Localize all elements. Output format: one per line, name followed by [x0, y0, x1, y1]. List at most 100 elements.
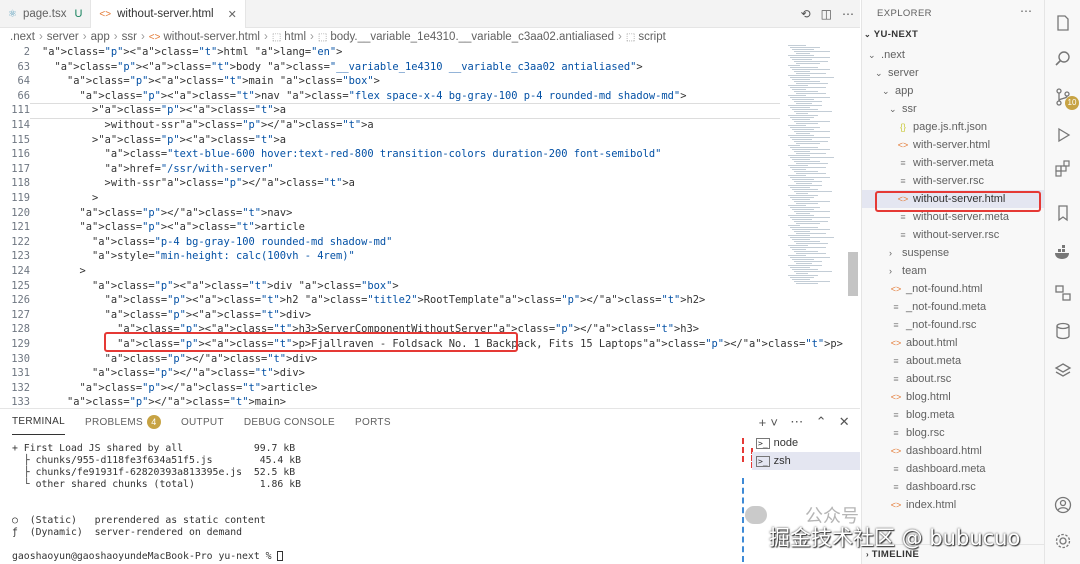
line-code: "a">style="min-height: calc(100vh - 4rem… — [92, 250, 355, 263]
account-icon[interactable] — [1054, 496, 1072, 514]
minimap-line — [788, 125, 806, 126]
run-debug-icon[interactable] — [1054, 126, 1072, 144]
file-item[interactable]: ≡ _not-found.rsc — [862, 316, 1045, 334]
extensions-icon[interactable] — [1054, 160, 1072, 178]
code-line[interactable]: 124 > — [0, 264, 784, 279]
new-terminal-icon[interactable]: + ˅ — [759, 415, 779, 430]
file-item[interactable]: ≡ about.meta — [862, 352, 1045, 370]
explorer-root[interactable]: ⌄ YU-NEXT — [864, 29, 918, 40]
code-line[interactable]: 114 >without-ssr"a">class="p"></"a">clas… — [0, 118, 784, 133]
code-line[interactable]: 131 "a">class="p"></"a">class="t">div> — [0, 366, 784, 381]
more-actions-icon[interactable]: ⋯ — [842, 7, 854, 21]
code-line[interactable]: 121 "a">class="p"><"a">class="t">article — [0, 220, 784, 235]
tree-item-label: .next — [878, 49, 905, 61]
code-line[interactable]: 130 "a">class="p"></"a">class="t">div> — [0, 352, 784, 367]
more-actions-icon[interactable]: ⋯ — [790, 414, 803, 430]
watermark-line2: 掘金技术社区 @ bubucuo — [769, 526, 1021, 550]
code-line[interactable]: 115 >"a">class="p"><"a">class="t">a — [0, 133, 784, 148]
breadcrumb-item[interactable]: server — [47, 31, 79, 43]
history-icon[interactable]: ⟲ — [801, 7, 811, 21]
tab-without-server-html[interactable]: <> without-server.html ✕ — [91, 0, 246, 28]
code-line[interactable]: 118 >with-ssr"a">class="p"></"a">class="… — [0, 176, 784, 191]
code-line[interactable]: 66 "a">class="p"><"a">class="t">nav "a">… — [0, 89, 784, 104]
database-icon[interactable] — [1054, 322, 1072, 340]
code-line[interactable]: 125 "a">class="p"><"a">class="t">div "a"… — [0, 279, 784, 294]
file-item[interactable]: ≡ blog.meta — [862, 406, 1045, 424]
file-item[interactable]: <> about.html — [862, 334, 1045, 352]
code-line[interactable]: 63 "a">class="p"><"a">class="t">body "a"… — [0, 60, 784, 75]
minimap-line — [794, 231, 810, 232]
close-panel-icon[interactable]: ✕ — [839, 414, 850, 430]
minimap-line — [794, 51, 830, 52]
close-icon[interactable]: ✕ — [228, 8, 237, 21]
folder-item[interactable]: ⌄ app — [862, 82, 1045, 100]
docker-icon[interactable] — [1054, 244, 1072, 262]
file-item[interactable]: ≡ _not-found.meta — [862, 298, 1045, 316]
breadcrumb-item[interactable]: body.__variable_1e4310.__variable_c3aa02… — [330, 31, 614, 43]
breadcrumb-item[interactable]: .next — [10, 31, 35, 43]
layers-icon[interactable] — [1054, 362, 1072, 380]
minimap-line — [792, 149, 830, 150]
remote-explorer-icon[interactable] — [1054, 284, 1072, 302]
minimap-line — [796, 73, 826, 74]
folder-item[interactable]: › team — [862, 262, 1045, 280]
line-code: "a">class="text-blue-600 hover:text-red-… — [104, 148, 662, 161]
file-item[interactable]: ≡ dashboard.rsc — [862, 478, 1045, 496]
code-line[interactable]: 64 "a">class="p"><"a">class="t">main "a"… — [0, 74, 784, 89]
folder-item[interactable]: ⌄ .next — [862, 46, 1045, 64]
search-icon[interactable] — [1054, 50, 1072, 68]
tab-page-tsx[interactable]: ⚛ page.tsx U — [0, 0, 92, 28]
maximize-panel-icon[interactable]: ⌃ — [816, 414, 827, 430]
breadcrumb-item[interactable]: app — [91, 31, 110, 43]
file-item[interactable]: ≡ dashboard.meta — [862, 460, 1045, 478]
code-line[interactable]: 120 "a">class="p"></"a">class="t">nav> — [0, 206, 784, 221]
tab-terminal[interactable]: TERMINAL — [12, 409, 65, 435]
file-item[interactable]: <> with-server.html — [862, 136, 1045, 154]
gear-icon[interactable] — [1054, 532, 1072, 550]
tree-item-label: with-server.meta — [910, 157, 994, 169]
code-line[interactable]: 111 >"a">class="p"><"a">class="t">a — [0, 103, 784, 118]
files-icon[interactable] — [1054, 14, 1072, 32]
code-line[interactable]: 127 "a">class="p"><"a">class="t">div> — [0, 308, 784, 323]
file-item[interactable]: ≡ about.rsc — [862, 370, 1045, 388]
file-item[interactable]: ≡ blog.rsc — [862, 424, 1045, 442]
breadcrumb-item[interactable]: script — [638, 31, 665, 43]
more-actions-icon[interactable]: ⋯ — [1020, 4, 1032, 18]
editor-scrollbar[interactable] — [848, 252, 858, 296]
minimap-line — [792, 89, 806, 90]
file-item[interactable]: <> _not-found.html — [862, 280, 1045, 298]
code-line[interactable]: 117 "a">href="/ssr/with-server" — [0, 162, 784, 177]
breadcrumb-item[interactable]: without-server.html — [163, 31, 260, 43]
breadcrumb-item[interactable]: html — [284, 31, 306, 43]
file-item[interactable]: <> blog.html — [862, 388, 1045, 406]
folder-item[interactable]: ⌄ server — [862, 64, 1045, 82]
tab-output[interactable]: OUTPUT — [181, 409, 224, 435]
minimap-line — [796, 103, 812, 104]
code-line[interactable]: 119 > — [0, 191, 784, 206]
file-item[interactable]: ≡ with-server.rsc — [862, 172, 1045, 190]
bookmark-icon[interactable] — [1054, 204, 1072, 222]
code-line[interactable]: 122 "a">class="p-4 bg-gray-100 rounded-m… — [0, 235, 784, 250]
tab-problems[interactable]: PROBLEMS 4 — [85, 409, 161, 435]
file-item[interactable]: <> dashboard.html — [862, 442, 1045, 460]
terminal-item-node[interactable]: >_ node — [752, 434, 860, 452]
folder-item[interactable]: ⌄ ssr — [862, 100, 1045, 118]
terminal-item-zsh[interactable]: >_ zsh — [752, 452, 860, 470]
minimap-line — [796, 143, 820, 144]
code-line[interactable]: 126 "a">class="p"><"a">class="t">h2 "a">… — [0, 293, 784, 308]
split-editor-icon[interactable]: ◫ — [821, 7, 832, 21]
minimap-line — [794, 211, 830, 212]
code-line[interactable]: 123 "a">style="min-height: calc(100vh - … — [0, 249, 784, 264]
tree-item-label: app — [892, 85, 914, 97]
file-item[interactable]: {} page.js.nft.json — [862, 118, 1045, 136]
breadcrumb-item[interactable]: ssr — [122, 31, 137, 43]
code-line[interactable]: 2 "a">class="p"><"a">class="t">html "a">l… — [0, 45, 784, 60]
tab-ports[interactable]: PORTS — [355, 409, 391, 435]
tab-debug-console[interactable]: DEBUG CONSOLE — [244, 409, 335, 435]
folder-item[interactable]: › suspense — [862, 244, 1045, 262]
file-item[interactable]: ≡ without-server.rsc — [862, 226, 1045, 244]
code-line[interactable]: 116 "a">class="text-blue-600 hover:text-… — [0, 147, 784, 162]
code-line[interactable]: 132 "a">class="p"></"a">class="t">articl… — [0, 381, 784, 396]
file-item[interactable]: ≡ with-server.meta — [862, 154, 1045, 172]
minimap[interactable] — [784, 45, 854, 405]
